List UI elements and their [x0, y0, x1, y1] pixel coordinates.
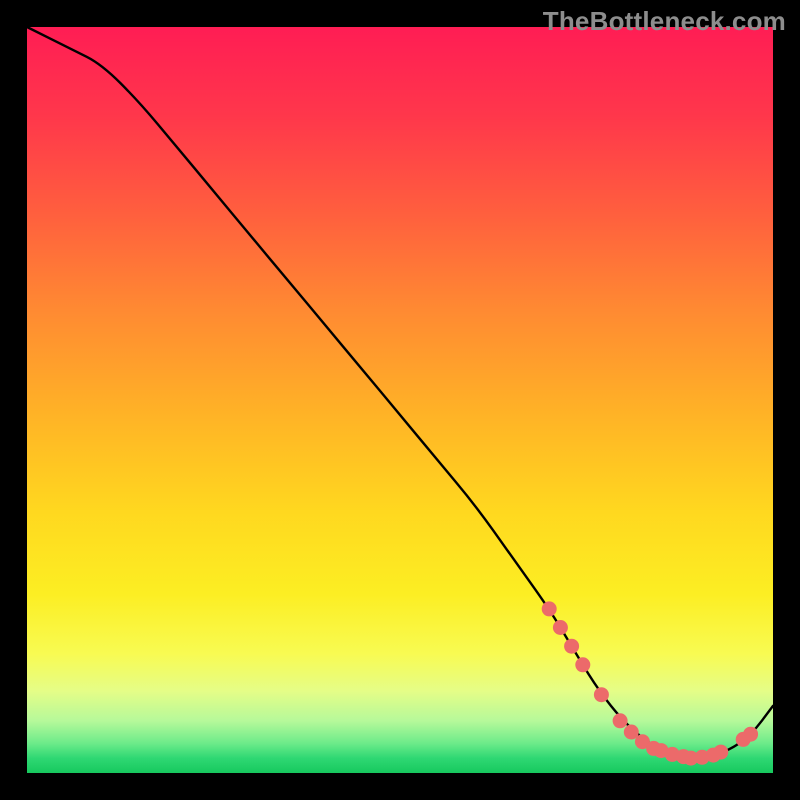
curve-marker	[542, 601, 557, 616]
bottleneck-curve-svg	[27, 27, 773, 773]
curve-marker	[743, 727, 758, 742]
curve-marker	[613, 713, 628, 728]
curve-marker	[564, 639, 579, 654]
curve-marker	[594, 687, 609, 702]
curve-marker	[575, 657, 590, 672]
plot-area	[27, 27, 773, 773]
curve-markers	[542, 601, 758, 765]
curve-marker	[553, 620, 568, 635]
attribution-text: TheBottleneck.com	[543, 6, 786, 37]
curve-marker	[713, 745, 728, 760]
bottleneck-curve	[27, 27, 773, 758]
chart-frame: TheBottleneck.com	[0, 0, 800, 800]
